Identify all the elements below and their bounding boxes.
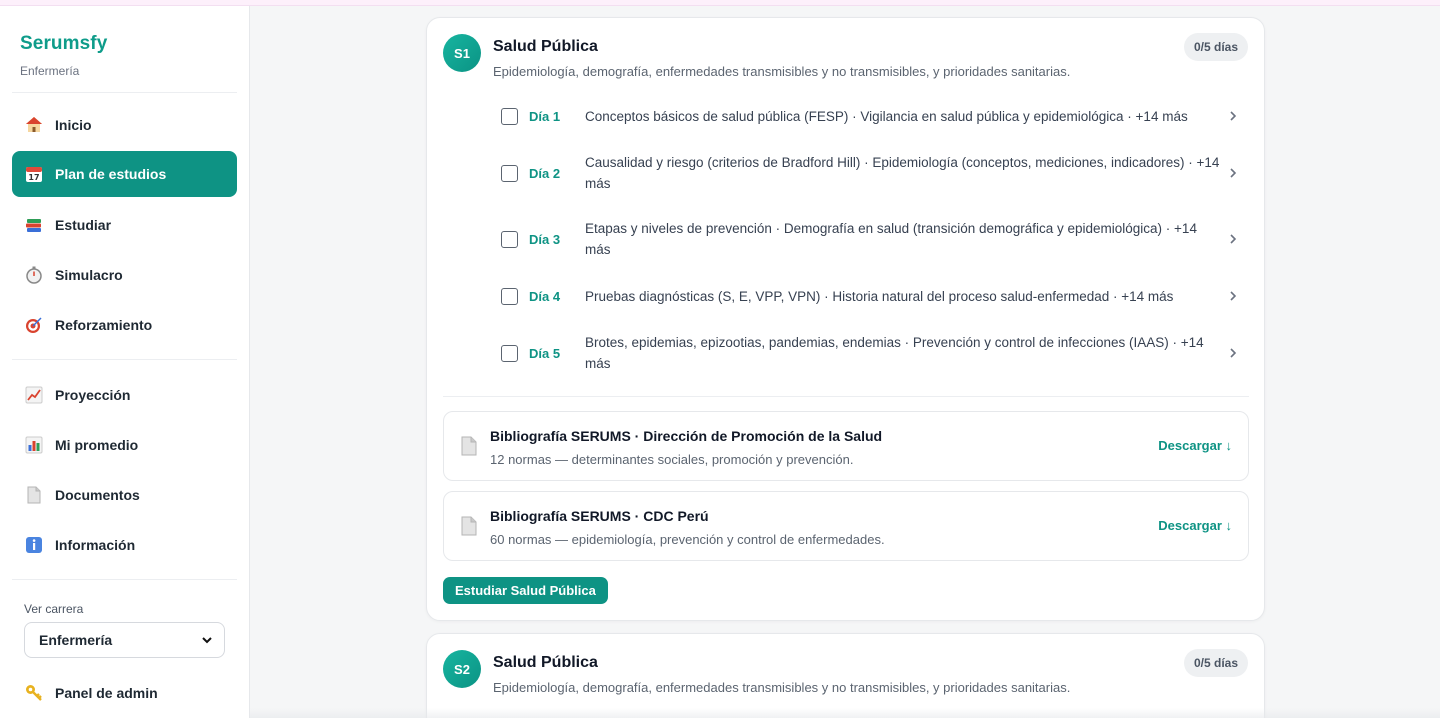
bibliography-subtitle: 12 normas — determinantes sociales, prom…	[490, 452, 854, 467]
chevron-right-icon	[1225, 288, 1241, 304]
days-progress-badge: 0/5 días	[1183, 33, 1248, 61]
day-row-2[interactable]: Día 2 Causalidad y riesgo (criterios de …	[501, 151, 1251, 195]
week-card-s1: S1 Salud Pública Epidemiología, demograf…	[426, 17, 1265, 621]
day-topics: Pruebas diagnósticas (S, E, VPP, VPN) · …	[585, 288, 1174, 304]
chevron-right-icon	[1225, 231, 1241, 247]
day-row-5[interactable]: Día 5 Brotes, epidemias, epizootias, pan…	[501, 331, 1251, 375]
day-row-1[interactable]: Día 1 Conceptos básicos de salud pública…	[501, 105, 1251, 127]
day-label: Día 1	[529, 108, 561, 124]
sidebar-item-panel-admin[interactable]: Panel de admin	[12, 670, 237, 716]
sidebar-item-label: Plan de estudios	[55, 166, 167, 182]
week-badge: S1	[443, 34, 481, 72]
day-label: Día 2	[529, 165, 561, 181]
bibliography-title: Bibliografía SERUMS · Dirección de Promo…	[490, 428, 883, 444]
calendar-icon: 17	[24, 164, 44, 184]
chevron-down-icon	[200, 633, 214, 650]
house-icon	[24, 115, 44, 135]
document-icon	[460, 436, 478, 461]
day-label: Día 5	[529, 345, 561, 361]
sidebar-item-reforzamiento[interactable]: Reforzamiento	[12, 302, 237, 348]
study-button[interactable]: Estudiar Salud Pública	[443, 577, 608, 604]
svg-text:17: 17	[28, 173, 39, 182]
career-select[interactable]: Enfermería	[24, 622, 225, 658]
sidebar-item-label: Información	[55, 537, 136, 553]
week-title: Salud Pública	[493, 38, 598, 55]
sidebar-item-label: Reforzamiento	[55, 317, 153, 333]
day-topics: Brotes, epidemias, epizootias, pandemias…	[585, 335, 1204, 371]
bar-chart-icon	[24, 435, 44, 455]
info-icon	[24, 535, 44, 555]
document-icon	[24, 485, 44, 505]
sidebar-divider	[12, 359, 237, 360]
day-checkbox[interactable]	[501, 164, 518, 182]
sidebar-item-plan-de-estudios[interactable]: 17 Plan de estudios	[12, 151, 237, 197]
chevron-right-icon	[1225, 108, 1241, 124]
download-link[interactable]: Descargar ↓	[1158, 438, 1232, 453]
day-topics: Conceptos básicos de salud pública (FESP…	[585, 108, 1188, 124]
career-select-value: Enfermería	[39, 632, 113, 648]
sidebar-divider	[12, 92, 237, 93]
bibliography-item: Bibliografía SERUMS · CDC Perú 60 normas…	[443, 491, 1249, 561]
brand-subtitle: Enfermería	[20, 64, 80, 78]
sidebar-divider	[12, 579, 237, 580]
sidebar-item-label: Documentos	[55, 487, 140, 503]
sidebar-item-label: Inicio	[55, 117, 92, 133]
document-icon	[460, 516, 478, 541]
day-checkbox[interactable]	[501, 107, 518, 125]
sidebar-item-inicio[interactable]: Inicio	[12, 102, 237, 148]
books-icon	[24, 215, 44, 235]
trend-chart-icon	[24, 385, 44, 405]
card-divider	[443, 396, 1249, 397]
bibliography-item: Bibliografía SERUMS · Dirección de Promo…	[443, 411, 1249, 481]
week-title: Salud Pública	[493, 654, 598, 671]
chevron-right-icon	[1225, 165, 1241, 181]
sidebar-item-mi-promedio[interactable]: Mi promedio	[12, 422, 237, 468]
scroll-fade	[250, 708, 1440, 718]
sidebar-item-estudiar[interactable]: Estudiar	[12, 202, 237, 248]
day-topics: Causalidad y riesgo (criterios de Bradfo…	[585, 155, 1220, 191]
week-badge: S2	[443, 650, 481, 688]
days-progress-badge: 0/5 días	[1183, 649, 1248, 677]
brand-logo-text[interactable]: Serumsfy	[20, 33, 107, 55]
target-icon	[24, 315, 44, 335]
sidebar-item-label: Estudiar	[55, 217, 112, 233]
sidebar-item-label: Panel de admin	[55, 685, 158, 701]
day-label: Día 3	[529, 231, 561, 247]
day-checkbox[interactable]	[501, 230, 518, 248]
sidebar: Serumsfy Enfermería Inicio 17 Plan de es…	[0, 6, 250, 718]
key-icon	[24, 683, 44, 703]
sidebar-item-label: Proyección	[55, 387, 131, 403]
week-description: Epidemiología, demografía, enfermedades …	[493, 64, 1071, 79]
sidebar-item-documentos[interactable]: Documentos	[12, 472, 237, 518]
career-select-label: Ver carrera	[24, 602, 84, 616]
stopwatch-icon	[24, 265, 44, 285]
day-topics: Etapas y niveles de prevención · Demogra…	[585, 221, 1197, 257]
sidebar-item-label: Mi promedio	[55, 437, 139, 453]
day-checkbox[interactable]	[501, 344, 518, 362]
bibliography-subtitle: 60 normas — epidemiología, prevención y …	[490, 532, 885, 547]
download-link[interactable]: Descargar ↓	[1158, 518, 1232, 533]
bibliography-title: Bibliografía SERUMS · CDC Perú	[490, 508, 709, 524]
day-row-4[interactable]: Día 4 Pruebas diagnósticas (S, E, VPP, V…	[501, 285, 1251, 307]
day-row-3[interactable]: Día 3 Etapas y niveles de prevención · D…	[501, 217, 1251, 261]
day-label: Día 4	[529, 288, 561, 304]
sidebar-item-simulacro[interactable]: Simulacro	[12, 252, 237, 298]
sidebar-item-proyeccion[interactable]: Proyección	[12, 372, 237, 418]
week-card-s2: S2 Salud Pública Epidemiología, demograf…	[426, 633, 1265, 718]
week-description: Epidemiología, demografía, enfermedades …	[493, 680, 1071, 695]
sidebar-item-label: Simulacro	[55, 267, 123, 283]
chevron-right-icon	[1225, 345, 1241, 361]
sidebar-item-informacion[interactable]: Información	[12, 522, 237, 568]
day-checkbox[interactable]	[501, 287, 518, 305]
